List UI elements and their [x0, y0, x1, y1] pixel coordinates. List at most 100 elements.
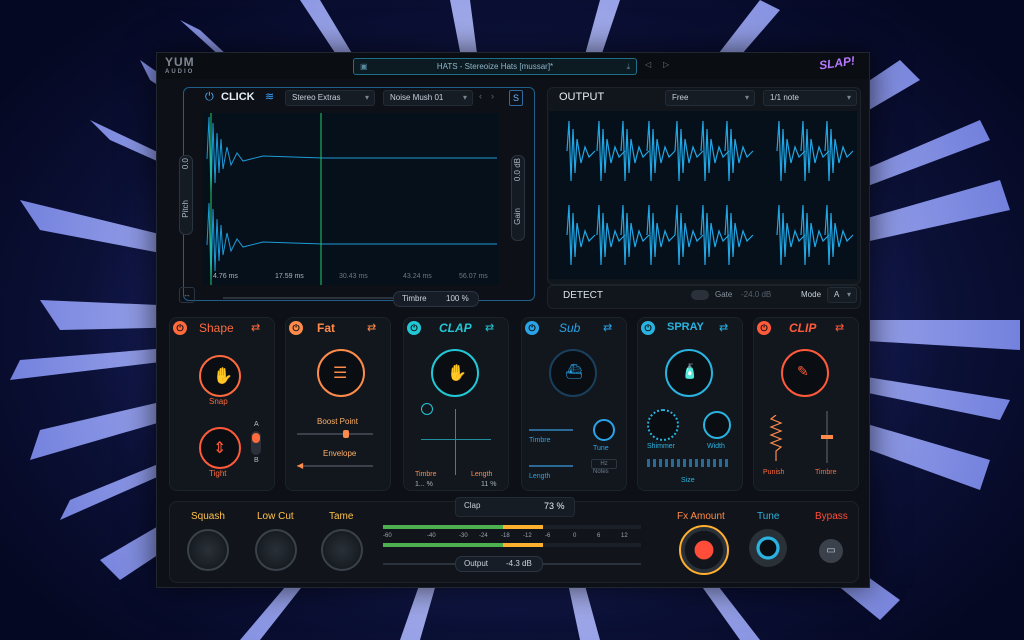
tame-label: Tame [329, 511, 354, 522]
gate-toggle[interactable] [691, 290, 709, 300]
meter-tick: 0 [573, 533, 577, 539]
clap-xy-dot-icon[interactable] [421, 403, 433, 415]
bypass-button[interactable]: ▭ [819, 539, 843, 563]
save-icon[interactable]: ▣ [360, 59, 368, 74]
meter-top-fill [383, 525, 543, 529]
low-cut-knob[interactable] [255, 529, 297, 571]
solo-button[interactable]: S [509, 90, 523, 106]
fat-shuffle-icon[interactable]: ⇄ [367, 321, 376, 334]
click-waveform[interactable]: 4.76 ms 17.59 ms 30.43 ms 43.24 ms 56.07… [203, 113, 499, 285]
click-power-icon[interactable]: ⏻ [205, 91, 214, 104]
meter-tick: -40 [427, 533, 436, 539]
output-control[interactable]: Output -4.3 dB [455, 556, 543, 572]
boost-point-thumb[interactable] [343, 430, 349, 438]
layers-icon[interactable]: ≋ [265, 90, 274, 103]
timbre-control[interactable]: Timbre 100 % [393, 291, 479, 307]
time-marker-4: 43.24 ms [403, 273, 432, 280]
spray-power-icon[interactable]: ⏻ [641, 321, 655, 335]
tight-knob[interactable]: ⇕ [199, 427, 241, 469]
sub-title: Sub [559, 321, 581, 335]
timbre-track[interactable] [223, 297, 393, 299]
chevron-right-icon[interactable]: › [491, 91, 494, 101]
mode-dropdown[interactable]: A [827, 287, 857, 303]
clip-timbre-thumb[interactable] [821, 435, 833, 439]
fat-title: Fat [317, 321, 335, 335]
spray-knob[interactable]: 🧴 [665, 349, 713, 397]
sub-tune-knob[interactable] [593, 419, 615, 441]
link-icon[interactable]: ↔ [179, 287, 195, 303]
size-slider[interactable] [647, 459, 729, 467]
tame-knob[interactable] [321, 529, 363, 571]
pitch-value: 0.0 [181, 158, 190, 170]
compress-icon: ⇕ [213, 440, 227, 457]
preset-browser[interactable]: ▣ HATS - Stereoize Hats [mussar]* ⤓ [353, 58, 637, 75]
meter-tick: -30 [459, 533, 468, 539]
chevron-left-icon[interactable]: ‹ [479, 91, 482, 101]
size-label: Size [681, 477, 695, 484]
clip-power-icon[interactable]: ⏻ [757, 321, 771, 335]
pitch-slider[interactable]: 0.0 Pitch [179, 155, 193, 235]
clap-mix-control[interactable]: Clap 73 % [455, 497, 575, 517]
low-cut-label: Low Cut [257, 511, 294, 522]
clap-knob[interactable]: ✋ [431, 349, 479, 397]
envelope-slider[interactable]: ◀ [297, 461, 373, 470]
pitch-label: Pitch [181, 200, 190, 218]
snap-knob[interactable]: ✋ [199, 355, 241, 397]
sub-tune-label: Tune [593, 445, 609, 452]
sub-knob[interactable]: ⛴ [549, 349, 597, 397]
gate-value[interactable]: -24.0 dB [741, 290, 771, 299]
clap-power-icon[interactable]: ⏻ [407, 321, 421, 335]
preset-b-dropdown[interactable]: Noise Mush 01 [383, 90, 473, 106]
clip-timbre-slider[interactable] [821, 411, 833, 463]
output-waveform [549, 111, 857, 279]
meter-tick: -6 [545, 533, 551, 539]
clip-knob[interactable]: ✎ [781, 349, 829, 397]
tight-label: Tight [209, 469, 227, 478]
shape-shuffle-icon[interactable]: ⇄ [251, 321, 260, 334]
shimmer-knob[interactable] [647, 409, 679, 441]
clap-timbre-label: Timbre [415, 471, 437, 478]
clap-shuffle-icon[interactable]: ⇄ [485, 321, 494, 334]
output-waveform-svg [566, 120, 854, 266]
sub-length-slider[interactable] [529, 465, 573, 467]
squash-knob[interactable] [187, 529, 229, 571]
meter-scale: -60 -40 -30 -24 -18 -12 -6 0 6 12 [383, 533, 641, 543]
sub-shuffle-icon[interactable]: ⇄ [603, 321, 612, 334]
squash-label: Squash [191, 511, 225, 522]
envelope-thumb[interactable]: ◀ [297, 461, 303, 470]
boost-point-slider[interactable] [297, 430, 373, 438]
module-clip [753, 317, 859, 491]
sub-power-icon[interactable]: ⏻ [525, 321, 539, 335]
prev-preset-button[interactable]: ◁ [645, 60, 651, 69]
next-preset-button[interactable]: ▷ [663, 60, 669, 69]
download-icon[interactable]: ⤓ [626, 59, 630, 74]
timbre-value: 100 % [446, 294, 469, 303]
preset-a-dropdown[interactable]: Stereo Extras [285, 90, 375, 106]
sync-dropdown[interactable]: Free [665, 90, 755, 106]
sub-timbre-slider[interactable] [529, 429, 573, 431]
output-top-channel [566, 120, 854, 182]
clip-shuffle-icon[interactable]: ⇄ [835, 321, 844, 334]
division-dropdown[interactable]: 1/1 note [763, 90, 857, 106]
output-title: OUTPUT [559, 91, 605, 103]
boost-point-label: Boost Point [317, 417, 358, 426]
burger-icon: ☰ [333, 365, 348, 382]
meter-tick: -24 [479, 533, 488, 539]
fat-knob[interactable]: ☰ [317, 349, 365, 397]
shape-power-icon[interactable]: ⏻ [173, 321, 187, 335]
spray-shuffle-icon[interactable]: ⇄ [719, 321, 728, 334]
fat-power-icon[interactable]: ⏻ [289, 321, 303, 335]
meter-top [383, 525, 641, 529]
sub-notes-button[interactable]: Hz [591, 459, 617, 469]
snap-label: Snap [209, 397, 228, 406]
width-knob[interactable] [703, 411, 731, 439]
ab-switch[interactable] [251, 431, 261, 455]
spray-can-icon: 🧴 [681, 363, 699, 379]
meter-bottom-fill [383, 543, 543, 547]
punish-spring-icon[interactable] [769, 414, 783, 461]
fx-amount-knob[interactable] [679, 525, 729, 575]
tune-knob[interactable] [749, 529, 787, 567]
gain-slider[interactable]: 0.0 dB Gain [511, 155, 525, 241]
bypass-label: Bypass [815, 511, 848, 522]
ab-switch-thumb [252, 433, 260, 443]
